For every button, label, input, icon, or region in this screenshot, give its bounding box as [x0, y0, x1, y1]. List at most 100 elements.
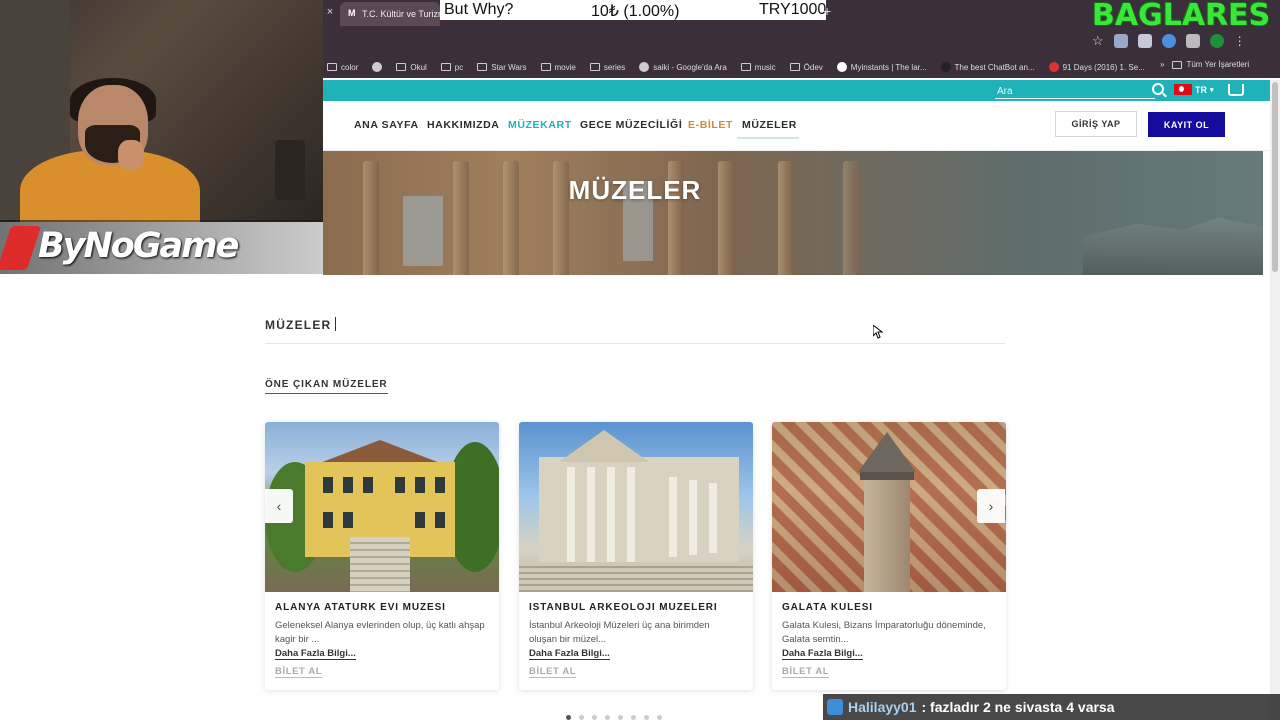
- folder-icon: [589, 63, 600, 71]
- carousel-dots[interactable]: [566, 715, 662, 720]
- bookmark-item[interactable]: Ödev: [789, 63, 823, 72]
- more-info-link[interactable]: Daha Fazla Bilgi...: [529, 648, 610, 660]
- ticker-text: But Why?: [444, 1, 514, 18]
- bookmark-label: Myinstants | The lar...: [850, 62, 927, 72]
- login-button[interactable]: GİRİŞ YAP: [1055, 111, 1137, 137]
- site-icon: [836, 62, 847, 72]
- bookmark-label: movie: [554, 62, 576, 72]
- museum-card-description: İstanbul Arkeoloji Müzeleri üç ana birim…: [529, 620, 710, 645]
- bookmark-label: pc: [454, 62, 464, 72]
- carousel-dot[interactable]: [592, 715, 597, 720]
- carousel-dot[interactable]: [579, 715, 584, 720]
- nav-item-gece-muzeciligi[interactable]: GECE MÜZECİLİĞİ: [580, 119, 682, 131]
- bookmark-item[interactable]: series: [589, 63, 625, 72]
- featured-museums-heading: ÖNE ÇIKAN MÜZELER: [265, 379, 388, 394]
- download-icon[interactable]: [1161, 34, 1176, 48]
- bookmark-item[interactable]: saiki - Google'da Ara: [639, 62, 727, 72]
- bookmark-item[interactable]: Myinstants | The lar...: [836, 62, 927, 72]
- carousel-dot[interactable]: [644, 715, 649, 720]
- all-bookmarks-link[interactable]: Tüm Yer İşaretleri: [1172, 60, 1249, 69]
- nav-item-hakkimizda[interactable]: HAKKIMIZDA: [427, 119, 500, 131]
- bynogame-logo: ByNoGame: [0, 220, 323, 274]
- museum-card-title[interactable]: ALANYA ATATURK EVI MUZESI: [275, 602, 446, 613]
- close-tab-icon[interactable]: ×: [323, 6, 337, 18]
- bynogame-logo-icon: [0, 226, 42, 270]
- google-icon: [639, 62, 650, 72]
- bookmark-item[interactable]: The best ChatBot an...: [940, 62, 1035, 72]
- tab-favicon-icon: M: [348, 8, 356, 18]
- buy-ticket-link[interactable]: BİLET AL: [529, 666, 577, 678]
- register-button[interactable]: KAYIT OL: [1148, 112, 1225, 137]
- carousel-dot[interactable]: [605, 715, 610, 720]
- bookmark-item[interactable]: 91 Days (2016) 1. Se...: [1048, 62, 1145, 72]
- folder-icon: [1172, 60, 1183, 69]
- carousel-dot[interactable]: [618, 715, 623, 720]
- nav-item-ana-sayfa[interactable]: ANA SAYFA: [354, 119, 419, 131]
- bookmark-label: Okul: [410, 62, 427, 72]
- folder-icon: [477, 63, 488, 71]
- site-search-input[interactable]: Ara: [997, 86, 1013, 97]
- extension-shield-icon[interactable]: [1137, 34, 1152, 48]
- folder-icon: [740, 63, 751, 71]
- section-divider: [265, 343, 1005, 344]
- bookmark-label: music: [754, 62, 776, 72]
- nav-item-muzekart[interactable]: MÜZEKART: [508, 119, 572, 131]
- nav-item-e-bilet[interactable]: E-BİLET: [688, 119, 733, 131]
- bookmark-label: 91 Days (2016) 1. Se...: [1062, 62, 1145, 72]
- translate-icon[interactable]: [1113, 34, 1128, 48]
- bookmark-label: saiki - Google'da Ara: [653, 62, 727, 72]
- all-bookmarks-label: Tüm Yer İşaretleri: [1186, 60, 1250, 69]
- carousel-next-button[interactable]: ›: [977, 489, 1005, 523]
- carousel-dot[interactable]: [657, 715, 662, 720]
- extensions-icon[interactable]: [1185, 34, 1200, 48]
- folder-icon: [327, 63, 337, 71]
- more-info-link[interactable]: Daha Fazla Bilgi...: [782, 648, 863, 660]
- site-icon: [940, 62, 951, 72]
- carousel-prev-button[interactable]: ‹: [265, 489, 293, 523]
- scrollbar-thumb[interactable]: [1272, 82, 1278, 272]
- more-info-link[interactable]: Daha Fazla Bilgi...: [275, 648, 356, 660]
- carousel-dot[interactable]: [631, 715, 636, 720]
- folder-icon: [396, 63, 407, 71]
- chat-platform-icon: [827, 699, 843, 715]
- active-nav-indicator: [737, 137, 799, 139]
- chevron-down-icon: ▾: [1210, 86, 1214, 94]
- new-tab-button[interactable]: +: [823, 3, 831, 19]
- bookmark-item[interactable]: [372, 62, 383, 72]
- star-icon[interactable]: ☆: [1092, 33, 1104, 49]
- museum-card-description: Galata Kulesi, Bizans İmparatorluğu döne…: [782, 620, 986, 645]
- search-icon[interactable]: [1152, 83, 1164, 95]
- bookmark-item[interactable]: color: [327, 63, 358, 72]
- site-icon: [1048, 62, 1059, 72]
- bookmark-item[interactable]: Okul: [396, 62, 427, 72]
- museum-card-image[interactable]: [265, 422, 499, 592]
- folder-icon: [789, 63, 800, 71]
- chat-message-text: : fazladır 2 ne sivasta 4 varsa: [921, 699, 1115, 715]
- nav-item-muzeler[interactable]: MÜZELER: [742, 119, 797, 131]
- bookmark-item[interactable]: pc: [440, 62, 464, 72]
- museum-card-title[interactable]: ISTANBUL ARKEOLOJI MUZELERI: [529, 602, 718, 613]
- museum-card-title[interactable]: GALATA KULESI: [782, 602, 873, 613]
- bookmark-item[interactable]: music: [740, 62, 776, 72]
- bookmark-item[interactable]: Star Wars: [477, 63, 527, 72]
- webcam-feed: [0, 0, 323, 222]
- buy-ticket-link[interactable]: BİLET AL: [782, 666, 830, 678]
- hero-banner-image: [323, 151, 1263, 275]
- museum-card[interactable]: GALATA KULESI Galata Kulesi, Bizans İmpa…: [772, 422, 1006, 690]
- turkey-flag-icon: [1174, 84, 1192, 95]
- bookmark-label: color: [341, 62, 359, 72]
- museum-card[interactable]: ISTANBUL ARKEOLOJI MUZELERI İstanbul Ark…: [519, 422, 753, 690]
- museum-card-image[interactable]: [519, 422, 753, 592]
- buy-ticket-link[interactable]: BİLET AL: [275, 666, 323, 678]
- museum-card[interactable]: ALANYA ATATURK EVI MUZESI Geleneksel Ala…: [265, 422, 499, 690]
- toolbar-icons: ☆ ⋮: [1092, 33, 1246, 49]
- globe-icon: [372, 62, 383, 72]
- carousel-dot[interactable]: [566, 715, 571, 720]
- bookmarks-overflow-icon[interactable]: »: [1160, 60, 1164, 69]
- menu-icon[interactable]: ⋮: [1234, 34, 1246, 48]
- cart-icon[interactable]: [1228, 84, 1244, 96]
- language-selector[interactable]: TR ▾: [1174, 84, 1214, 95]
- museum-card-image[interactable]: [772, 422, 1006, 592]
- bookmark-item[interactable]: movie: [540, 62, 576, 72]
- profile-avatar-icon[interactable]: [1209, 34, 1224, 48]
